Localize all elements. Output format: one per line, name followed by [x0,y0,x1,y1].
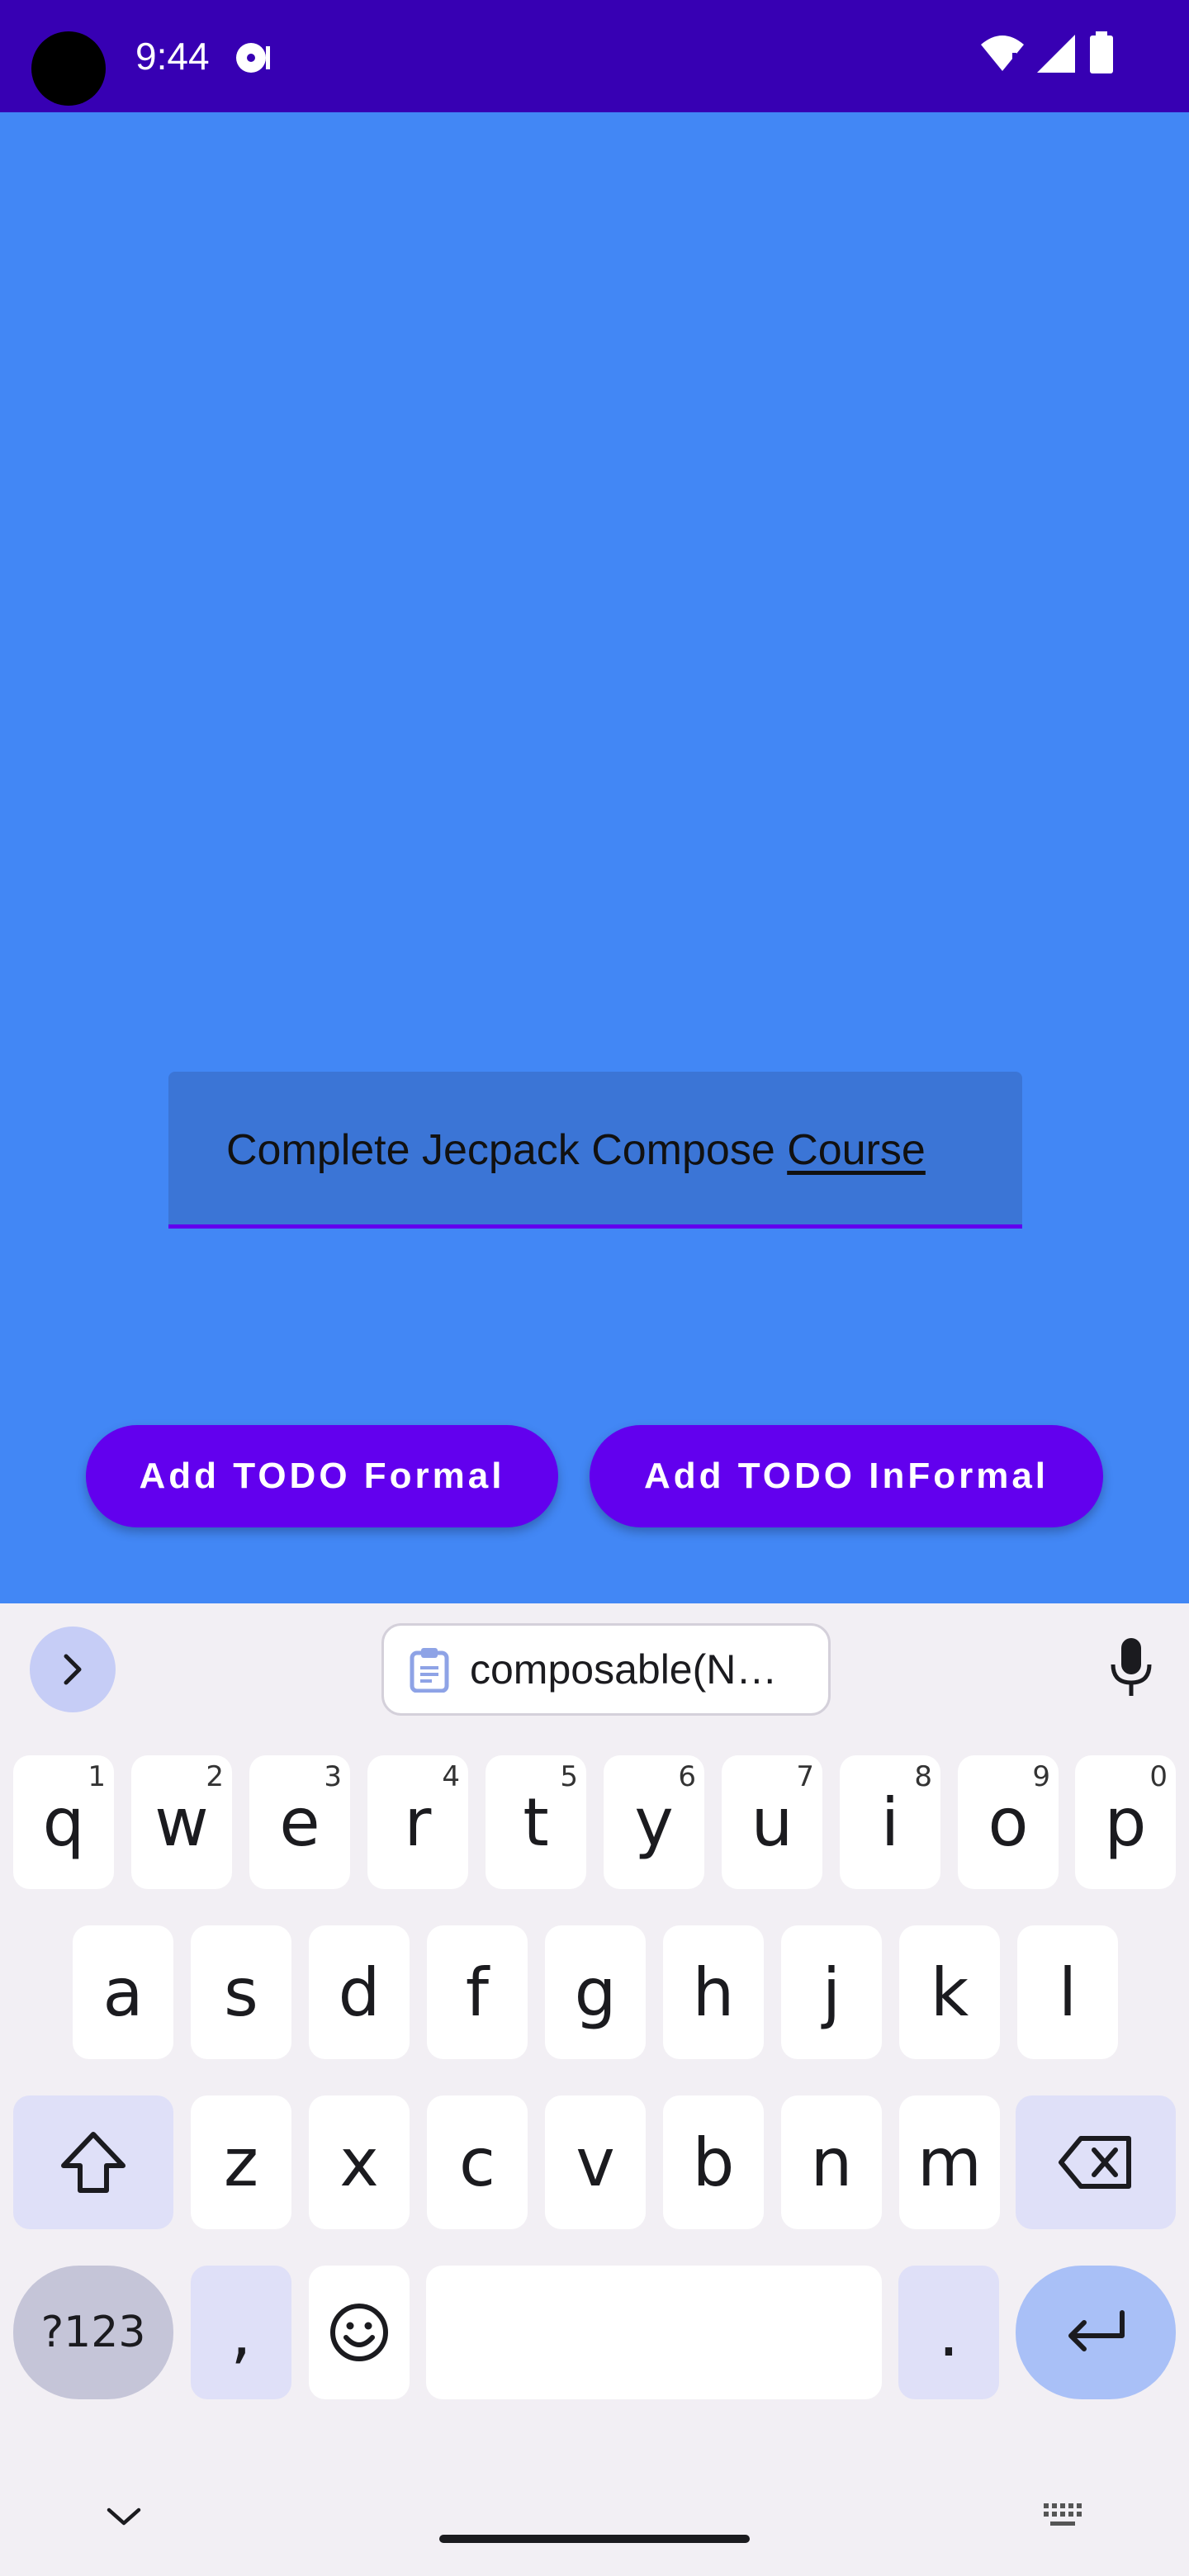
key-hint: 6 [678,1760,696,1793]
key-hint: 9 [1032,1760,1050,1793]
key-j[interactable]: j [781,1925,882,2059]
key-s[interactable]: s [191,1925,291,2059]
key-q[interactable]: q1 [13,1755,114,1889]
todo-input[interactable]: Complete Jecpack Compose Course [168,1072,1022,1229]
key-b[interactable]: b [663,2095,764,2229]
enter-icon [1068,2310,1125,2351]
key-hint: 7 [796,1760,814,1793]
cell-signal-icon [1037,35,1075,73]
key-f[interactable]: f [427,1925,528,2059]
key-hint: 1 [88,1760,106,1793]
key-d[interactable]: d [309,1925,410,2059]
enter-key[interactable] [1016,2266,1176,2399]
comma-key[interactable]: , [191,2266,291,2399]
key-e[interactable]: e3 [249,1755,350,1889]
clipboard-suggestion-chip[interactable]: composable(N… [381,1623,831,1716]
backspace-icon [1059,2136,1131,2189]
key-n[interactable]: n [781,2095,882,2229]
shift-key[interactable] [13,2095,173,2229]
chevron-right-icon [64,1654,82,1685]
key-o[interactable]: o9 [958,1755,1059,1889]
key-h[interactable]: h [663,1925,764,2059]
todo-input-text: Complete Jecpack Compose [226,1126,788,1174]
todo-input-value: Complete Jecpack Compose Course [226,1123,926,1177]
key-hint: 5 [560,1760,578,1793]
key-y[interactable]: y6 [604,1755,704,1889]
emoji-icon [330,2304,388,2361]
key-k[interactable]: k [899,1925,1000,2059]
key-g[interactable]: g [545,1925,646,2059]
key-r[interactable]: r4 [367,1755,468,1889]
key-label: t [523,1783,549,1861]
key-i[interactable]: i8 [840,1755,940,1889]
key-p[interactable]: p0 [1075,1755,1176,1889]
keyboard-expand-button[interactable] [30,1627,116,1712]
key-z[interactable]: z [191,2095,291,2229]
camera-cutout [31,31,106,106]
key-hint: 2 [206,1760,224,1793]
app-content: Complete Jecpack Compose Course Add TODO… [0,112,1189,1603]
gesture-nav-handle[interactable] [439,2535,750,2543]
key-label: e [279,1783,320,1861]
battery-icon [1090,31,1113,73]
key-hint: 3 [324,1760,342,1793]
key-label: r [404,1783,432,1861]
key-l[interactable]: l [1017,1925,1118,2059]
key-label: u [751,1783,793,1861]
key-x[interactable]: x [309,2095,410,2229]
key-label: q [42,1783,85,1861]
status-time: 9:44 [135,35,210,78]
emoji-key[interactable] [309,2266,410,2399]
microphone-icon[interactable] [1106,1636,1156,1699]
soft-keyboard: composable(N… q1 w2 e3 r4 t5 y6 u7 i8 o9… [0,1603,1189,2576]
clipboard-suggestion-text: composable(N… [470,1646,778,1693]
key-label: o [988,1783,1029,1861]
key-hint: 8 [914,1760,932,1793]
key-w[interactable]: w2 [131,1755,232,1889]
shift-icon [61,2132,126,2193]
media-notification-icon [236,43,270,73]
clipboard-icon [410,1648,449,1693]
status-bar: 9:44 [0,0,1189,112]
key-hint: 0 [1149,1760,1168,1793]
period-key[interactable]: . [898,2266,999,2399]
hide-keyboard-icon[interactable] [104,2503,144,2530]
key-label: p [1104,1783,1147,1861]
add-todo-informal-button[interactable]: Add TODO InFormal [590,1425,1103,1527]
key-label: y [634,1783,674,1861]
space-key[interactable] [426,2266,882,2399]
key-u[interactable]: u7 [722,1755,822,1889]
key-hint: 4 [442,1760,460,1793]
key-v[interactable]: v [545,2095,646,2229]
key-c[interactable]: c [427,2095,528,2229]
key-label: i [880,1783,900,1861]
keyboard-switch-icon[interactable] [1042,2500,1088,2533]
key-a[interactable]: a [73,1925,173,2059]
add-todo-formal-button[interactable]: Add TODO Formal [86,1425,558,1527]
key-m[interactable]: m [899,2095,1000,2229]
todo-input-underlined-word: Course [787,1126,926,1174]
wifi-icon [981,36,1024,71]
key-t[interactable]: t5 [486,1755,586,1889]
backspace-key[interactable] [1016,2095,1176,2229]
symbols-key[interactable]: ?123 [13,2266,173,2399]
key-label: w [154,1783,209,1861]
